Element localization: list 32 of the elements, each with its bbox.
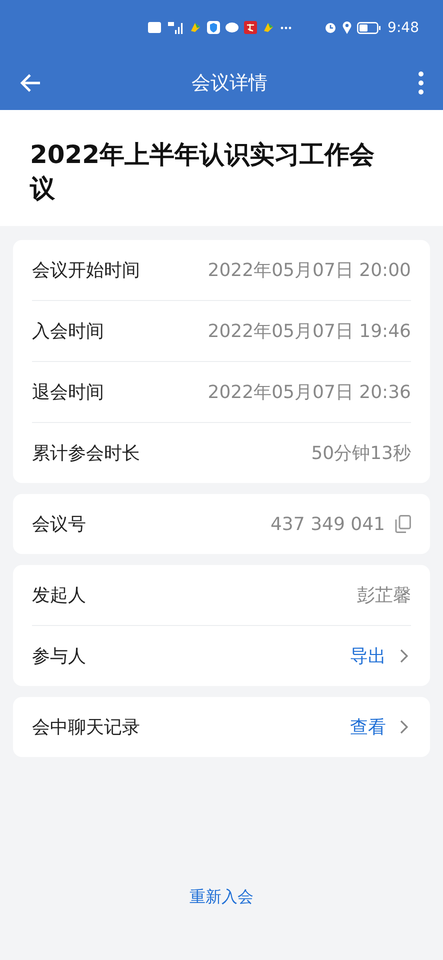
chevron-right-icon: [400, 649, 408, 663]
chevron-right-icon: [400, 720, 408, 734]
alarm-icon: [324, 21, 337, 34]
row-value: 437 349 041: [270, 514, 385, 534]
row-value: 50分钟13秒: [311, 442, 411, 465]
back-arrow-icon[interactable]: [20, 72, 42, 92]
row-value: 2022年05月07日 20:00: [208, 259, 411, 282]
row-value: 2022年05月07日 19:46: [208, 320, 411, 343]
signal-icon: [166, 22, 184, 34]
location-icon: [342, 21, 352, 34]
row-label: 入会时间: [32, 320, 105, 343]
rejoin-link[interactable]: 重新入会: [190, 887, 254, 908]
chat-bubble-icon: [225, 22, 239, 34]
status-time: 9:48: [388, 20, 419, 36]
row-label: 发起人: [32, 584, 87, 607]
page-title: 会议详情: [192, 70, 268, 96]
row-label: 累计参会时长: [32, 442, 141, 465]
row-link[interactable]: 查看: [350, 715, 386, 739]
row-label: 参与人: [32, 645, 87, 668]
row-label: 会中聊天记录: [32, 716, 141, 739]
row-link[interactable]: 导出: [350, 644, 386, 668]
more-icon: [280, 26, 292, 30]
row-value: 彭芷馨: [357, 584, 411, 607]
row-label: 会议开始时间: [32, 259, 141, 282]
row-label: 退会时间: [32, 381, 105, 404]
row-value: 2022年05月07日 20:36: [208, 381, 411, 404]
copy-icon[interactable]: [395, 515, 411, 533]
battery-icon: [356, 22, 381, 34]
shield-icon: [207, 21, 220, 34]
row-label: 会议号: [32, 513, 87, 536]
meeting-title: 2022年上半年认识实习工作会议: [0, 110, 443, 226]
more-menu-icon[interactable]: [418, 70, 424, 94]
